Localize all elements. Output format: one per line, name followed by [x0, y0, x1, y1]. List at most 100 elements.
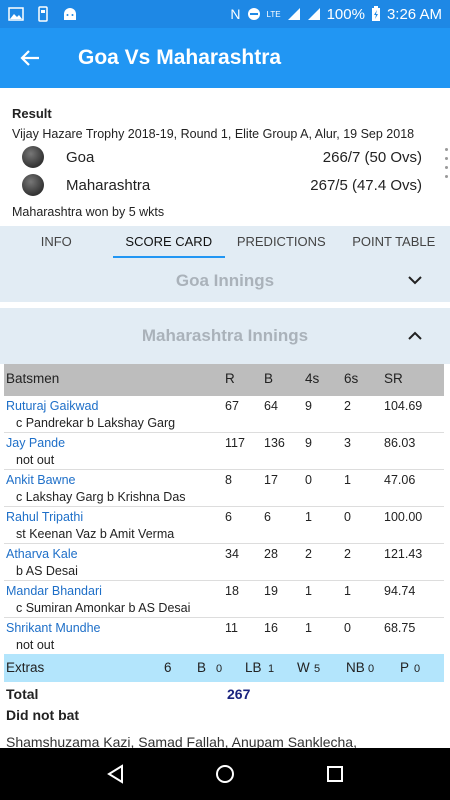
extras-b-label: B	[197, 660, 207, 675]
goa-innings-header[interactable]: Goa Innings	[0, 260, 450, 302]
tab-score-card[interactable]: SCORE CARD	[112, 226, 226, 260]
overflow-edge-indicator	[445, 148, 448, 178]
team-flag-icon	[22, 174, 44, 196]
balls-cell: 17	[264, 473, 278, 487]
dismissal-text: b AS Desai	[16, 564, 78, 578]
android-icon	[62, 7, 78, 21]
extras-nb-value: 0	[368, 663, 375, 675]
arrow-back-icon	[20, 50, 39, 66]
signal-icon	[307, 7, 321, 21]
extras-w-value: 5	[314, 663, 321, 675]
batsman-row: Atharva Kale b AS Desai 34 28 2 2 121.43	[4, 544, 444, 581]
scorecard-table: Batsmen R B 4s 6s SR Ruturaj Gaikwad c Pa…	[4, 364, 446, 748]
strike-rate-cell: 47.06	[384, 473, 416, 487]
batsman-row: Rahul Tripathi st Keenan Vaz b Amit Verma…	[4, 507, 444, 544]
nav-home-button[interactable]	[205, 754, 245, 794]
photo-icon	[8, 7, 24, 21]
batsman-name-link[interactable]: Atharva Kale	[6, 547, 78, 561]
dismissal-text: not out	[16, 638, 55, 652]
batsman-row: Jay Pande not out 117 136 9 3 86.03	[4, 433, 444, 470]
extras-lb-value: 1	[268, 663, 275, 675]
tab-bar: INFO SCORE CARD PREDICTIONS POINT TABLE	[0, 226, 450, 260]
triangle-back-icon	[107, 764, 123, 784]
team-flag-icon	[22, 146, 44, 168]
sixes-cell: 0	[344, 621, 351, 635]
result-label: Result	[12, 106, 52, 121]
batsman-row: Mandar Bhandari c Sumiran Amonkar b AS De…	[4, 581, 444, 618]
nav-recents-button[interactable]	[315, 754, 355, 794]
balls-cell: 64	[264, 399, 278, 413]
table-header: Batsmen R B 4s 6s SR	[4, 364, 444, 396]
batsman-name-link[interactable]: Shrikant Mundhe	[6, 621, 101, 635]
nav-back-button[interactable]	[95, 754, 135, 794]
tab-predictions[interactable]: PREDICTIONS	[225, 226, 338, 260]
battery-percent: 100%	[326, 5, 365, 23]
team-score: 266/7 (50 Ovs)	[322, 148, 422, 166]
team-name: Maharashtra	[66, 176, 151, 194]
tab-info[interactable]: INFO	[0, 226, 113, 260]
extras-label: Extras	[6, 660, 45, 675]
dismissal-text: c Sumiran Amonkar b AS Desai	[16, 601, 191, 615]
innings-title: Maharashtra Innings	[141, 326, 309, 345]
back-button[interactable]	[0, 28, 60, 88]
usb-icon	[38, 6, 48, 22]
wifi-icon	[287, 7, 301, 21]
batsman-name-link[interactable]: Mandar Bhandari	[6, 584, 102, 598]
strike-rate-cell: 104.69	[384, 399, 423, 413]
balls-cell: 19	[264, 584, 278, 598]
team-row: Goa 266/7 (50 Ovs)	[12, 145, 438, 169]
dismissal-text: not out	[16, 453, 55, 467]
column-header-sixes: 6s	[344, 371, 359, 386]
lte-signal-icon: LTE	[266, 9, 281, 19]
tab-point-table[interactable]: POINT TABLE	[338, 226, 450, 260]
status-bar: N LTE 100% 3:26 AM	[0, 0, 450, 28]
batsman-name-link[interactable]: Ankit Bawne	[6, 473, 75, 487]
batsman-name-link[interactable]: Jay Pande	[6, 436, 65, 450]
fours-cell: 1	[305, 621, 312, 635]
do-not-disturb-icon	[247, 7, 261, 21]
batsman-row: Ruturaj Gaikwad c Pandrekar b Lakshay Gar…	[4, 396, 444, 433]
batsman-row: Ankit Bawne c Lakshay Garg b Krishna Das 8…	[4, 470, 444, 507]
nfc-icon: N	[230, 6, 241, 22]
strike-rate-cell: 68.75	[384, 621, 416, 635]
total-value: 267	[227, 686, 251, 702]
extras-b-value: 0	[216, 663, 223, 675]
batsman-name-link[interactable]: Ruturaj Gaikwad	[6, 399, 98, 413]
match-description: Vijay Hazare Trophy 2018-19, Round 1, El…	[12, 127, 415, 141]
runs-cell: 11	[225, 621, 238, 635]
innings-title: Goa Innings	[175, 271, 275, 290]
balls-cell: 16	[264, 621, 278, 635]
maharashtra-innings-header[interactable]: Maharashtra Innings	[0, 308, 450, 364]
fours-cell: 0	[305, 473, 312, 487]
column-header-fours: 4s	[305, 371, 320, 386]
chevron-up-icon	[408, 327, 422, 345]
column-header-batsmen: Batsmen	[6, 371, 60, 386]
fours-cell: 1	[305, 584, 312, 598]
fours-cell: 9	[305, 436, 312, 450]
sixes-cell: 1	[344, 473, 351, 487]
clock: 3:26 AM	[386, 5, 442, 23]
fours-cell: 2	[305, 547, 312, 561]
extras-lb-label: LB	[245, 660, 262, 675]
team-name: Goa	[66, 148, 95, 166]
extras-p-value: 0	[414, 663, 421, 675]
sixes-cell: 0	[344, 510, 351, 524]
team-row: Maharashtra 267/5 (47.4 Ovs)	[12, 173, 438, 197]
system-nav-bar	[0, 748, 450, 800]
extras-total: 6	[164, 660, 172, 675]
fours-cell: 9	[305, 399, 312, 413]
strike-rate-cell: 121.43	[384, 547, 423, 561]
dismissal-text: st Keenan Vaz b Amit Verma	[16, 527, 175, 541]
square-recents-icon	[327, 766, 343, 782]
runs-cell: 18	[225, 584, 239, 598]
app-bar: Goa Vs Maharashtra	[0, 28, 450, 88]
column-header-balls: B	[264, 371, 274, 386]
runs-cell: 6	[225, 510, 232, 524]
batsman-name-link[interactable]: Rahul Tripathi	[6, 510, 83, 524]
did-not-bat-list: Shamshuzama Kazi, Samad Fallah, Anupam S…	[6, 734, 357, 748]
strike-rate-cell: 94.74	[384, 584, 416, 598]
column-header-runs: R	[225, 371, 235, 386]
chevron-down-icon	[408, 272, 422, 290]
sixes-cell: 3	[344, 436, 351, 450]
battery-charging-icon	[371, 6, 381, 22]
